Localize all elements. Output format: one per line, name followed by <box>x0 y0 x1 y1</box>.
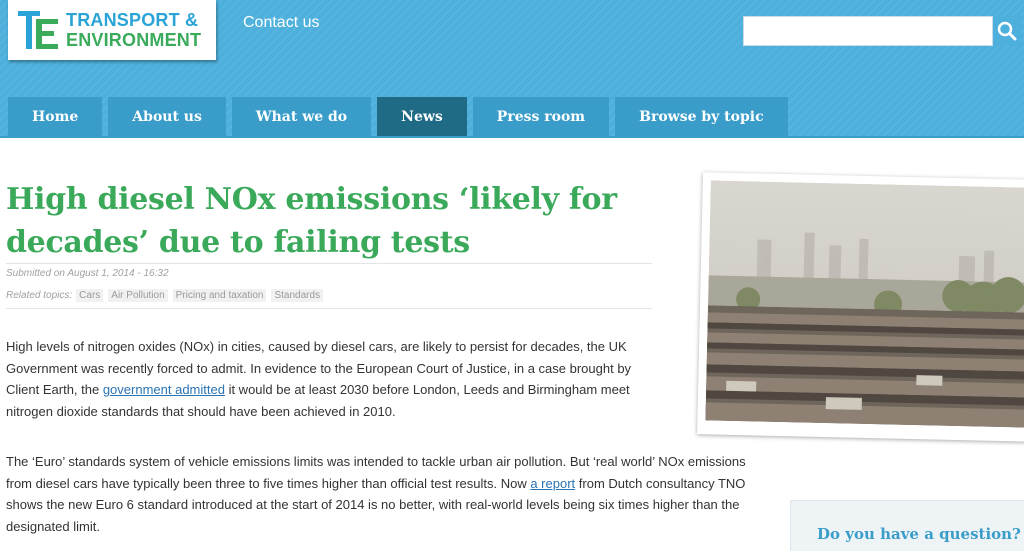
related-topics-label: Related topics: <box>6 290 73 301</box>
divider <box>6 308 652 309</box>
nav-what-we-do[interactable]: What we do <box>231 97 372 137</box>
topic-tag-standards[interactable]: Standards <box>271 289 324 302</box>
government-admitted-link[interactable]: government admitted <box>103 382 225 397</box>
search-button[interactable] <box>993 16 1021 46</box>
article-title: High diesel NOx emissions ‘likely for de… <box>6 182 617 260</box>
nav-press-room[interactable]: Press room <box>472 97 610 137</box>
topic-tag-pricing-and-taxation[interactable]: Pricing and taxation <box>172 289 267 302</box>
search-icon <box>997 21 1017 41</box>
nav-divider <box>0 136 1024 138</box>
article-photo-frame <box>697 172 1024 442</box>
site-header: TRANSPORT & ENVIRONMENT Contact us Home … <box>0 0 1024 138</box>
city-smog-photo <box>705 180 1024 428</box>
nav-about-us[interactable]: About us <box>108 97 226 137</box>
question-box[interactable]: Do you have a question? <box>790 500 1024 551</box>
site-logo[interactable]: TRANSPORT & ENVIRONMENT <box>8 0 216 60</box>
logo-wordmark: TRANSPORT & ENVIRONMENT <box>66 10 201 50</box>
logo-line-transport: TRANSPORT & <box>66 10 199 30</box>
report-link[interactable]: a report <box>530 476 575 491</box>
search-input[interactable] <box>743 16 993 46</box>
question-heading: Do you have a question? <box>817 525 1021 543</box>
main-nav: Home About us What we do News Press room… <box>8 97 788 137</box>
submitted-date: Submitted on August 1, 2014 - 16:32 <box>6 268 169 279</box>
topic-tag-cars[interactable]: Cars <box>76 289 104 302</box>
te-logo-icon <box>18 11 58 49</box>
nav-browse-by-topic[interactable]: Browse by topic <box>615 97 788 137</box>
logo-line-environment: ENVIRONMENT <box>66 30 202 50</box>
nav-news[interactable]: News <box>377 97 467 137</box>
related-topics: Related topics: Cars Air Pollution Prici… <box>6 289 328 302</box>
article-paragraph-2: The ‘Euro’ standards system of vehicle e… <box>6 451 756 537</box>
nav-home[interactable]: Home <box>8 97 103 137</box>
contact-us-link[interactable]: Contact us <box>243 14 319 32</box>
article-paragraph-1: High levels of nitrogen oxides (NOx) in … <box>6 336 666 422</box>
topic-tag-air-pollution[interactable]: Air Pollution <box>108 289 168 302</box>
divider <box>6 263 652 264</box>
